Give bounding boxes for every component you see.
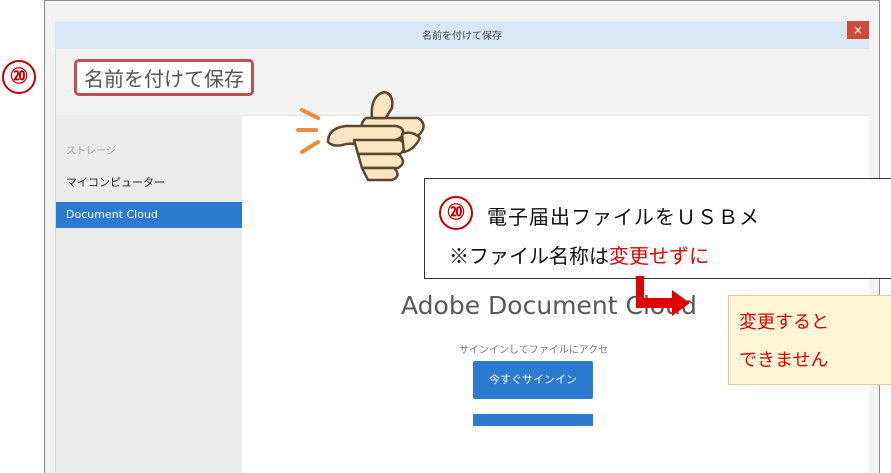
callout-note: ※ファイル名称は変更せずに [449,240,709,269]
sidebar-item-document-cloud[interactable]: Document Cloud [56,202,242,228]
callout-note-prefix: ※ファイル名称は [449,244,609,268]
title-bar: 名前を付けて保存 × [55,21,869,49]
storage-section-label: ストレージ [66,146,116,157]
callout-instruction-text: 電子届出ファイルをＵＳＢメ [487,205,760,229]
close-button[interactable]: × [847,21,869,39]
arrow-right-icon [636,276,690,316]
signin-button[interactable]: 今すぐサインイン [473,361,593,399]
instruction-callout: ⑳ 電子届出ファイルをＵＳＢメ ※ファイル名称は変更せずに [424,178,891,279]
warning-note: 変更すると できません [728,295,891,385]
window-title: 名前を付けて保存 [422,31,502,42]
step-number-badge: ⑳ [2,60,36,94]
storage-sidebar: ストレージ マイコンピューター Document Cloud [56,115,242,473]
signin-prompt: サインインしてファイルにアクセ [459,345,609,356]
dialog-heading: 名前を付けて保存 [74,59,254,96]
dialog-header: 名前を付けて保存 [56,49,869,116]
callout-step-number: ⑳ [439,196,473,230]
sidebar-item-my-computer[interactable]: マイコンピューター [56,170,242,196]
warning-line-2: できません [739,350,829,371]
pointing-hand-icon [296,90,425,182]
callout-note-red: 変更せずに [609,244,709,268]
warning-line-1: 変更すると [739,312,829,333]
signin-button-bottom [473,414,593,426]
